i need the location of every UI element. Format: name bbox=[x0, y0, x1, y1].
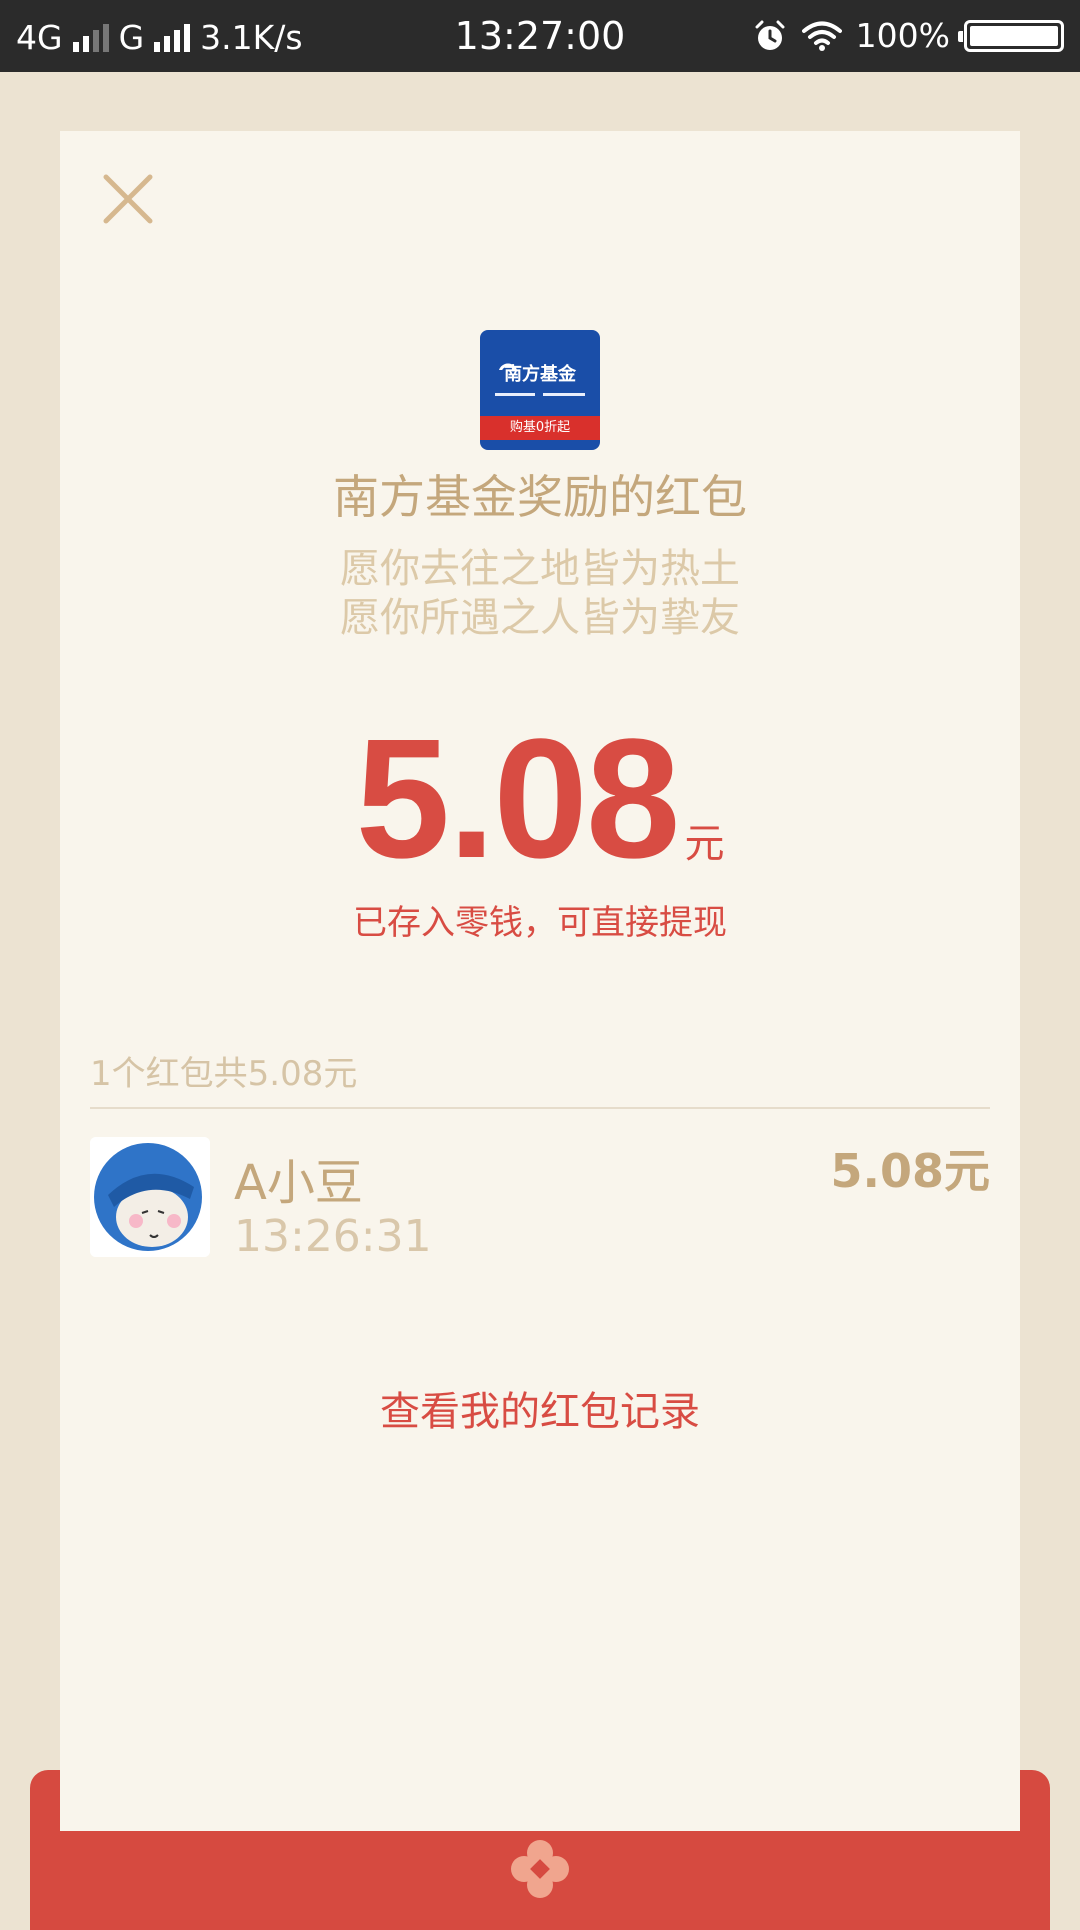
zigzag-edge bbox=[60, 1818, 1020, 1830]
battery-fill bbox=[970, 25, 1058, 46]
sender-logo-slogan bbox=[480, 390, 600, 403]
sender-logo: 南方基金 购基0折起 bbox=[480, 330, 600, 450]
receiver-amount: 5.08元 bbox=[830, 1144, 991, 1198]
battery-percent: 100% bbox=[855, 16, 950, 55]
amount-display: 5.08 元 bbox=[60, 701, 1020, 897]
status-right: 100% bbox=[752, 16, 1064, 55]
saved-to-wallet-note: 已存入零钱，可直接提现 bbox=[353, 903, 727, 943]
avatar[interactable] bbox=[90, 1137, 210, 1257]
red-packet-title: 南方基金奖励的红包 bbox=[333, 470, 747, 524]
divider bbox=[90, 1107, 990, 1109]
amount-value: 5.08 bbox=[355, 704, 681, 894]
alarm-icon bbox=[755, 20, 785, 50]
wifi-icon bbox=[801, 21, 842, 51]
receiver-name: A小豆 bbox=[234, 1155, 363, 1211]
wish-line-2: 愿你所遇之人皆为挚友 bbox=[340, 595, 740, 641]
battery-icon bbox=[958, 19, 1064, 52]
view-history-link[interactable]: 查看我的红包记录 bbox=[60, 1379, 1020, 1437]
close-icon[interactable] bbox=[100, 171, 156, 227]
packet-summary: 1个红包共5.08元 bbox=[90, 1054, 358, 1094]
red-packet-detail-card: 南方基金 购基0折起 南方基金奖励的红包 愿你去往之地皆为热土 愿你所遇之人皆为… bbox=[60, 131, 1020, 1831]
slogan-text-graphic-icon bbox=[495, 393, 585, 396]
status-bar: 4G G 3.1K/s 13:27:00 100% bbox=[0, 0, 1080, 72]
flower-logo-icon bbox=[511, 1840, 569, 1898]
avatar-cartoon-icon bbox=[90, 1137, 210, 1257]
receiver-time: 13:26:31 bbox=[234, 1211, 432, 1262]
amount-unit: 元 bbox=[684, 821, 725, 867]
sender-logo-name: 南方基金 bbox=[504, 364, 576, 385]
sender-logo-ribbon: 购基0折起 bbox=[480, 416, 600, 440]
